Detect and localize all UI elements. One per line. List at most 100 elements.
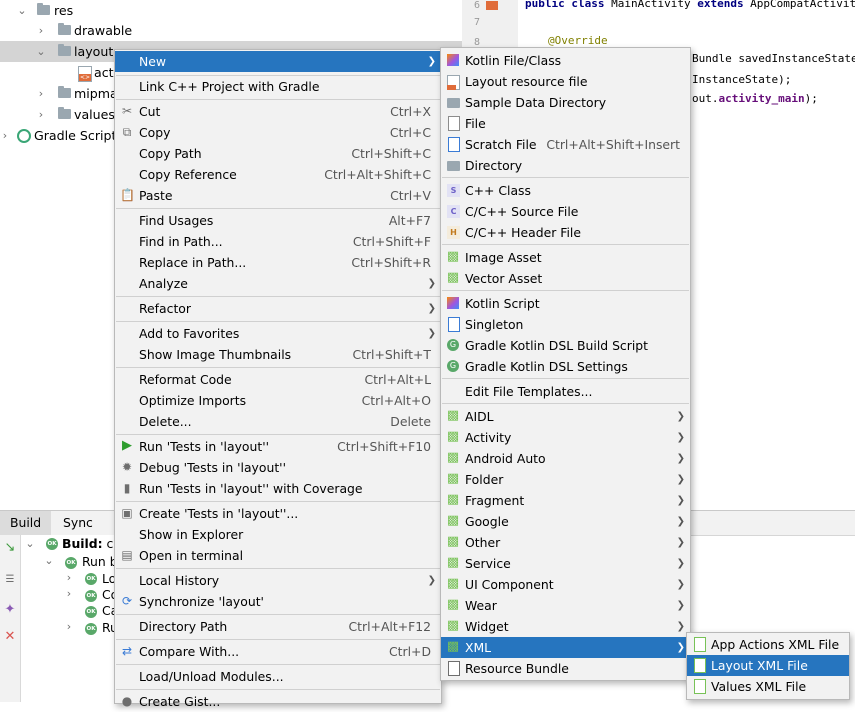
menu-item-copy[interactable]: ⧉ Copy Ctrl+C [115, 122, 441, 143]
menu-item-aidl[interactable]: ▩ AIDL ❯ [441, 406, 690, 427]
menu-item-ui-component[interactable]: ▩ UI Component ❯ [441, 574, 690, 595]
chevron-right-icon[interactable]: › [0, 125, 11, 146]
chevron-right-icon[interactable]: › [35, 83, 47, 104]
menu-item-debug-tests[interactable]: ✹ Debug 'Tests in 'layout'' [115, 457, 441, 478]
menu-item-layout-resource-file[interactable]: Layout resource file [441, 71, 690, 92]
menu-item-label: Copy [139, 125, 171, 140]
chevron-right-icon[interactable]: › [63, 620, 75, 633]
menu-item-label: Local History [139, 573, 220, 588]
menu-item-replace-in-path[interactable]: Replace in Path... Ctrl+Shift+R [115, 252, 441, 273]
menu-item-new[interactable]: New ❯ [115, 51, 441, 72]
menu-item-other[interactable]: ▩ Other ❯ [441, 532, 690, 553]
menu-item-reformat-code[interactable]: Reformat Code Ctrl+Alt+L [115, 369, 441, 390]
menu-item-cut[interactable]: ✂ Cut Ctrl+X [115, 101, 441, 122]
menu-item-app-actions-xml[interactable]: App Actions XML File [687, 634, 849, 655]
menu-item-directory[interactable]: Directory [441, 155, 690, 176]
menu-item-label: Values XML File [711, 679, 807, 694]
menu-item-refactor[interactable]: Refactor ❯ [115, 298, 441, 319]
menu-item-show-thumbnails[interactable]: Show Image Thumbnails Ctrl+Shift+T [115, 344, 441, 365]
menu-item-activity[interactable]: ▩ Activity ❯ [441, 427, 690, 448]
menu-item-delete[interactable]: Delete... Delete [115, 411, 441, 432]
menu-item-find-in-path[interactable]: Find in Path... Ctrl+Shift+F [115, 231, 441, 252]
menu-item-values-xml[interactable]: Values XML File [687, 676, 849, 697]
menu-item-fragment[interactable]: ▩ Fragment ❯ [441, 490, 690, 511]
menu-item-open-in-terminal[interactable]: ▤ Open in terminal [115, 545, 441, 566]
menu-item-android-auto[interactable]: ▩ Android Auto ❯ [441, 448, 690, 469]
line-number: 6 [474, 0, 481, 11]
ok-icon: OK [85, 590, 97, 602]
menu-item-wear[interactable]: ▩ Wear ❯ [441, 595, 690, 616]
menu-item-sample-data-directory[interactable]: Sample Data Directory [441, 92, 690, 113]
android-icon: ▩ [446, 597, 460, 612]
chevron-right-icon[interactable]: › [35, 104, 47, 125]
menu-item-scratch-file[interactable]: Scratch File Ctrl+Alt+Shift+Insert [441, 134, 690, 155]
build-row-label[interactable]: Run b [82, 554, 118, 569]
menu-item-gradle-build-script[interactable]: G Gradle Kotlin DSL Build Script [441, 335, 690, 356]
menu-item-shortcut: Ctrl+Shift+F [352, 234, 431, 249]
menu-item-compare-with[interactable]: ⇄ Compare With... Ctrl+D [115, 641, 441, 662]
menu-item-label: Resource Bundle [465, 661, 569, 676]
menu-item-xml[interactable]: ▩ XML ❯ [441, 637, 690, 658]
menu-item-synchronize[interactable]: ⟳ Synchronize 'layout' [115, 591, 441, 612]
menu-item-layout-xml[interactable]: Layout XML File [687, 655, 849, 676]
menu-item-cpp-class[interactable]: S C++ Class [441, 180, 690, 201]
menu-item-label: Find in Path... [139, 234, 223, 249]
code-line: public class MainActivity extends AppCom… [525, 0, 855, 10]
tree-item-label: mipma [74, 86, 118, 101]
chevron-right-icon[interactable]: › [63, 587, 75, 600]
menu-item-find-usages[interactable]: Find Usages Alt+F7 [115, 210, 441, 231]
menu-item-kotlin-file[interactable]: Kotlin File/Class [441, 50, 690, 71]
menu-item-show-in-explorer[interactable]: Show in Explorer [115, 524, 441, 545]
menu-item-cpp-header[interactable]: H C/C++ Header File [441, 222, 690, 243]
rebuild-icon[interactable]: ↘ [3, 541, 17, 555]
chevron-down-icon[interactable]: ⌄ [16, 0, 28, 21]
chevron-down-icon[interactable]: ⌄ [43, 554, 55, 567]
filter-icon[interactable]: ✦ [3, 603, 17, 617]
menu-item-google[interactable]: ▩ Google ❯ [441, 511, 690, 532]
menu-item-local-history[interactable]: Local History ❯ [115, 570, 441, 591]
menu-item-file[interactable]: File [441, 113, 690, 134]
menu-item-widget[interactable]: ▩ Widget ❯ [441, 616, 690, 637]
menu-item-singleton[interactable]: Singleton [441, 314, 690, 335]
menu-item-cpp-source[interactable]: C C/C++ Source File [441, 201, 690, 222]
menu-item-load-unload-modules[interactable]: Load/Unload Modules... [115, 666, 441, 687]
build-row-label[interactable]: Build: co [62, 536, 121, 551]
menu-item-kotlin-script[interactable]: Kotlin Script [441, 293, 690, 314]
chevron-down-icon[interactable]: ⌄ [24, 537, 36, 550]
menu-item-resource-bundle[interactable]: Resource Bundle [441, 658, 690, 679]
chevron-right-icon[interactable]: › [35, 20, 47, 41]
menu-item-directory-path[interactable]: Directory Path Ctrl+Alt+F12 [115, 616, 441, 637]
menu-item-link-cpp[interactable]: Link C++ Project with Gradle [115, 76, 441, 97]
project-context-menu: New ❯ Link C++ Project with Gradle ✂ Cut… [114, 49, 442, 709]
build-row-title: Build: [62, 536, 103, 551]
menu-item-optimize-imports[interactable]: Optimize Imports Ctrl+Alt+O [115, 390, 441, 411]
menu-item-run-tests[interactable]: ▶ Run 'Tests in 'layout'' Ctrl+Shift+F10 [115, 436, 441, 457]
menu-item-create-tests[interactable]: ▣ Create 'Tests in 'layout''... [115, 503, 441, 524]
tab-build[interactable]: Build [0, 511, 52, 535]
menu-item-label: Add to Favorites [139, 326, 240, 341]
folder-icon [58, 23, 71, 35]
menu-item-copy-path[interactable]: Copy Path Ctrl+Shift+C [115, 143, 441, 164]
menu-item-label: Activity [465, 430, 512, 445]
tab-sync[interactable]: Sync [53, 511, 103, 535]
code-line: Bundle savedInstanceState) [692, 52, 855, 65]
menu-item-analyze[interactable]: Analyze ❯ [115, 273, 441, 294]
close-icon[interactable]: ✕ [3, 630, 17, 644]
chevron-right-icon[interactable]: › [63, 571, 75, 584]
menu-item-add-to-favorites[interactable]: Add to Favorites ❯ [115, 323, 441, 344]
menu-item-folder[interactable]: ▩ Folder ❯ [441, 469, 690, 490]
menu-item-vector-asset[interactable]: ▩ Vector Asset [441, 268, 690, 289]
menu-item-gradle-settings[interactable]: G Gradle Kotlin DSL Settings [441, 356, 690, 377]
copy-icon: ⧉ [122, 125, 132, 139]
gradle-icon: G [447, 360, 459, 372]
menu-item-service[interactable]: ▩ Service ❯ [441, 553, 690, 574]
menu-item-edit-file-templates[interactable]: Edit File Templates... [441, 381, 690, 402]
menu-item-image-asset[interactable]: ▩ Image Asset [441, 247, 690, 268]
menu-separator [116, 367, 440, 368]
menu-item-run-with-coverage[interactable]: ▮ Run 'Tests in 'layout'' with Coverage [115, 478, 441, 499]
menu-item-paste[interactable]: 📋 Paste Ctrl+V [115, 185, 441, 206]
toggle-view-icon[interactable]: ☰ [3, 573, 17, 587]
chevron-down-icon[interactable]: ⌄ [35, 41, 47, 62]
menu-item-copy-reference[interactable]: Copy Reference Ctrl+Alt+Shift+C [115, 164, 441, 185]
ok-icon: OK [85, 623, 97, 635]
